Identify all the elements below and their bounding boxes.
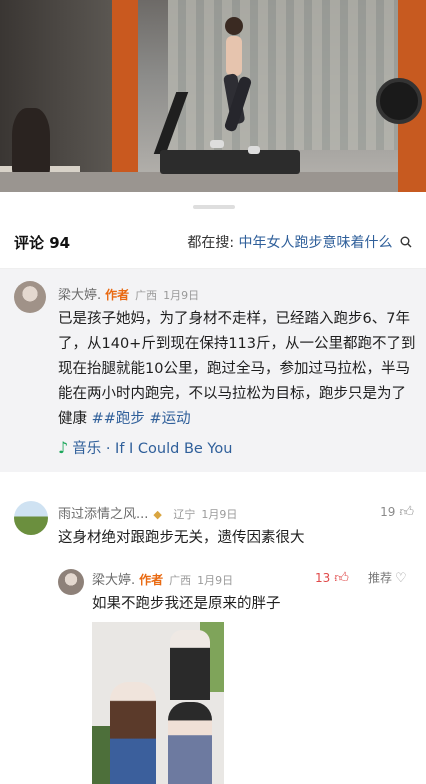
photo-person-before [170, 630, 210, 700]
reply-author[interactable]: 梁大婷. 作者 广西 1月9日 [92, 569, 233, 588]
city-window-view [168, 0, 400, 150]
avatar[interactable] [14, 281, 46, 313]
comment-date: 1月9日 [197, 574, 234, 587]
vip-badge-icon: ◆ [153, 508, 162, 521]
video-frame[interactable] [0, 0, 426, 192]
reply-text: 如果不跑步我还是原来的胖子 [92, 596, 281, 612]
author-name[interactable]: 雨过添情之风... [58, 507, 148, 522]
like-count: 19 [380, 505, 396, 519]
music-note-icon: ♪ [58, 438, 69, 457]
comment-location: 广西 [169, 574, 192, 587]
comment-location: 广西 [135, 289, 158, 302]
comment-count: 评论 94 [14, 234, 71, 252]
search-icon[interactable] [400, 236, 412, 248]
like-button[interactable]: 13 👍︎ [315, 569, 349, 586]
statue-decoration [12, 108, 50, 176]
music-link[interactable]: ♪ 音乐 · If I Could Be You [58, 437, 232, 458]
pinned-author-comment[interactable]: 梁大婷. 作者 广西 1月9日 已是孩子她妈，为了身材不走样，已经踏入跑步6、7年了，… [0, 269, 426, 472]
hashtag-sport[interactable]: #运动 [150, 411, 191, 427]
comment-author[interactable]: 梁大婷. 作者 广西 1月9日 [58, 284, 199, 303]
comment-sheet: 评论 94 都在搜: 中年女人跑步意味着什么 梁大婷. 作者 广西 1月9日 已是孩子… [0, 192, 426, 784]
comment-body: 已是孩子她妈，为了身材不走样，已经踏入跑步6、7年了，从140+斤到现在保持11… [58, 311, 416, 427]
search-prefix: 都在搜: [187, 235, 235, 251]
like-button[interactable]: 19 👍︎ [380, 503, 414, 520]
thumbs-up-icon[interactable]: 👍︎ [399, 503, 414, 520]
curtain-left [112, 0, 138, 192]
comment-author[interactable]: 雨过添情之风... ◆ 辽宁 1月9日 [58, 503, 237, 522]
recommend-label: 推荐 [368, 571, 393, 585]
photo-person-back [168, 702, 212, 784]
avatar[interactable] [58, 569, 84, 595]
comment-date: 1月9日 [163, 289, 200, 302]
photo-person [110, 682, 156, 784]
hashtag-running[interactable]: ##跑步 [92, 411, 145, 427]
author-badge: 作者 [105, 288, 130, 302]
comments-header: 评论 94 都在搜: 中年女人跑步意味着什么 [0, 224, 426, 260]
runner-figure [210, 17, 260, 154]
comment-date: 1月9日 [201, 508, 238, 521]
music-title[interactable]: If I Could Be You [115, 441, 232, 457]
avatar[interactable] [14, 501, 48, 535]
recommend-button[interactable]: 推荐 ♡ [368, 569, 407, 586]
like-count: 13 [315, 571, 331, 585]
trending-search[interactable]: 都在搜: 中年女人跑步意味着什么 [187, 232, 412, 252]
author-name[interactable]: 梁大婷. [92, 573, 135, 588]
comment-text: 已是孩子她妈，为了身材不走样，已经踏入跑步6、7年了，从140+斤到现在保持11… [58, 307, 418, 432]
heart-icon[interactable]: ♡ [395, 571, 407, 586]
floor [0, 172, 426, 192]
comment-location: 辽宁 [173, 508, 196, 521]
reply-image[interactable] [92, 622, 224, 784]
drag-handle[interactable] [193, 205, 235, 209]
thumbs-up-icon[interactable]: 👍︎ [334, 569, 349, 586]
music-label: 音乐 [72, 441, 102, 457]
author-badge: 作者 [139, 573, 164, 587]
search-query[interactable]: 中年女人跑步意味着什么 [239, 235, 393, 251]
comment-text: 这身材绝对跟跑步无关，遗传因素很大 [58, 530, 305, 546]
author-name[interactable]: 梁大婷. [58, 288, 101, 303]
fan [376, 78, 422, 124]
